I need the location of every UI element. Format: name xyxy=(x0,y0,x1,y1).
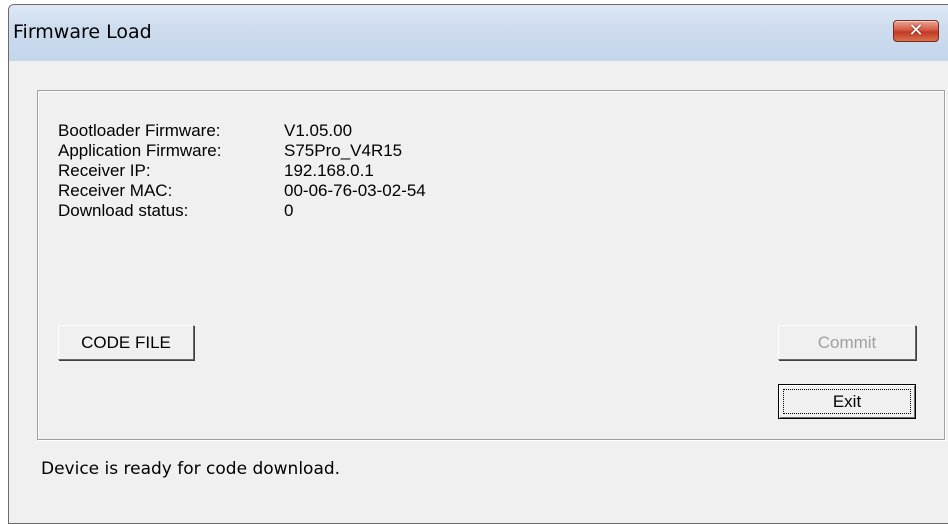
window-title: Firmware Load xyxy=(13,21,152,43)
application-firmware-value: S75Pro_V4R15 xyxy=(284,141,403,160)
exit-button-label: Exit xyxy=(832,392,862,411)
close-icon: ✕ xyxy=(908,20,924,41)
bootloader-firmware-label: Bootloader Firmware: xyxy=(58,121,221,140)
download-status-value: 0 xyxy=(284,201,294,220)
code-file-button[interactable]: CODE FILE xyxy=(58,325,194,360)
receiver-ip-value: 192.168.0.1 xyxy=(284,161,374,180)
close-button[interactable]: ✕ xyxy=(893,20,939,42)
firmware-info-group: Bootloader Firmware: V1.05.00 Applicatio… xyxy=(37,90,945,440)
receiver-mac-label: Receiver MAC: xyxy=(58,181,173,200)
application-firmware-label: Application Firmware: xyxy=(58,141,222,160)
exit-button[interactable]: Exit xyxy=(778,384,916,419)
download-status-label: Download status: xyxy=(58,201,189,220)
receiver-mac-value: 00-06-76-03-02-54 xyxy=(284,181,426,200)
firmware-load-window: Firmware Load ✕ Bootloader Firmware: V1.… xyxy=(8,4,948,524)
receiver-ip-label: Receiver IP: xyxy=(58,161,151,180)
dialog-client-area: Bootloader Firmware: V1.05.00 Applicatio… xyxy=(9,61,948,523)
commit-button[interactable]: Commit xyxy=(778,325,916,360)
status-message: Device is ready for code download. xyxy=(41,459,341,479)
bootloader-firmware-value: V1.05.00 xyxy=(284,121,353,140)
title-bar[interactable]: Firmware Load ✕ xyxy=(9,5,948,61)
